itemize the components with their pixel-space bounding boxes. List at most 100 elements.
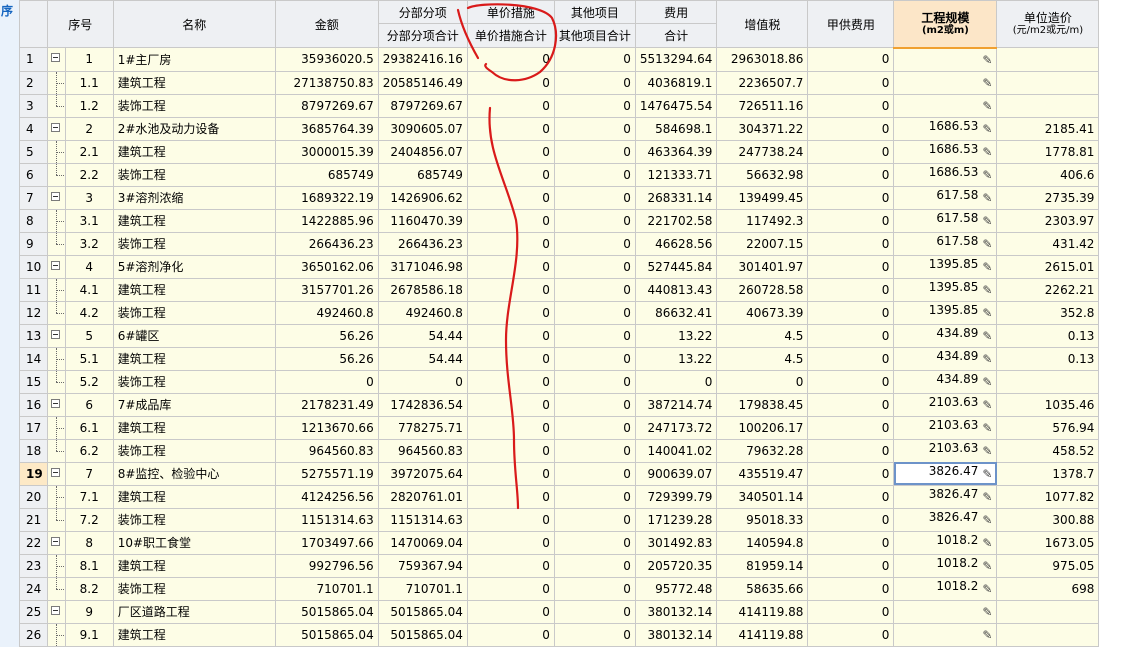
table-row[interactable]: 11 4.1 建筑工程 3157701.26 2678586.18 0 0 440813.43… <box>19 277 1100 302</box>
tree-toggle-cell[interactable] <box>46 47 66 72</box>
vat-cell[interactable]: 0 <box>716 369 809 394</box>
collapse-minus-icon[interactable] <box>50 122 60 132</box>
fenbu-cell[interactable]: 29382416.16 <box>377 47 468 72</box>
danjia-cell[interactable]: 0 <box>466 622 555 647</box>
name-header[interactable]: 名称 <box>112 0 276 48</box>
seq-cell[interactable]: 4.2 <box>64 300 114 325</box>
qita-cell[interactable]: 0 <box>553 93 636 118</box>
jiagong-cell[interactable]: 0 <box>807 323 895 348</box>
row-number[interactable]: 13 <box>19 323 48 348</box>
unit-cost-cell[interactable]: 2185.41 <box>996 116 1100 141</box>
row-number[interactable]: 17 <box>19 415 48 440</box>
scale-cell[interactable]: ✎ 617.58 <box>893 231 998 256</box>
amount-cell[interactable]: 1689322.19 <box>274 185 379 210</box>
danjia-cell[interactable]: 0 <box>466 231 555 256</box>
qita-group-header[interactable]: 其他项目 <box>553 0 636 24</box>
vat-cell[interactable]: 79632.28 <box>716 438 809 463</box>
jiagong-cell[interactable]: 0 <box>807 185 895 210</box>
fenbu-cell[interactable]: 759367.94 <box>377 553 468 578</box>
unit-cost-cell[interactable] <box>996 622 1100 647</box>
fei-cell[interactable]: 247173.72 <box>634 415 718 440</box>
jiagong-cell[interactable]: 0 <box>807 507 895 532</box>
fenbu-cell[interactable]: 492460.8 <box>377 300 468 325</box>
fenbu-cell[interactable]: 2678586.18 <box>377 277 468 302</box>
qita-cell[interactable]: 0 <box>553 300 636 325</box>
fenbu-cell[interactable]: 54.44 <box>377 346 468 371</box>
vat-header[interactable]: 增值税 <box>716 0 809 48</box>
vat-cell[interactable]: 301401.97 <box>716 254 809 279</box>
vat-cell[interactable]: 95018.33 <box>716 507 809 532</box>
danjia-cell[interactable]: 0 <box>466 300 555 325</box>
seq-cell[interactable]: 7.2 <box>64 507 114 532</box>
unit-cost-cell[interactable]: 300.88 <box>996 507 1100 532</box>
vat-cell[interactable]: 260728.58 <box>716 277 809 302</box>
unit-cost-cell[interactable] <box>996 599 1100 624</box>
fenbu-cell[interactable]: 3972075.64 <box>377 461 468 486</box>
danjia-cell[interactable]: 0 <box>466 139 555 164</box>
jiagong-cell[interactable]: 0 <box>807 208 895 233</box>
name-cell[interactable]: 装饰工程 <box>112 93 276 118</box>
seq-cell[interactable]: 6 <box>64 392 114 417</box>
jiagong-cell[interactable]: 0 <box>807 484 895 509</box>
fenbu-cell[interactable]: 2820761.01 <box>377 484 468 509</box>
name-cell[interactable]: 装饰工程 <box>112 507 276 532</box>
name-cell[interactable]: 3#溶剂浓缩 <box>112 185 276 210</box>
danjia-cell[interactable]: 0 <box>466 277 555 302</box>
amount-cell[interactable]: 56.26 <box>274 323 379 348</box>
fenbu-cell[interactable]: 3171046.98 <box>377 254 468 279</box>
fenbu-cell[interactable]: 964560.83 <box>377 438 468 463</box>
name-cell[interactable]: 建筑工程 <box>112 139 276 164</box>
danjia-cell[interactable]: 0 <box>466 392 555 417</box>
danjia-cell[interactable]: 0 <box>466 507 555 532</box>
unit-cost-cell[interactable]: 975.05 <box>996 553 1100 578</box>
amount-cell[interactable]: 3650162.06 <box>274 254 379 279</box>
fenbu-cell[interactable]: 1160470.39 <box>377 208 468 233</box>
pencil-edit-icon[interactable]: ✎ <box>982 556 992 576</box>
fei-cell[interactable]: 13.22 <box>634 323 718 348</box>
row-number[interactable]: 1 <box>19 47 48 72</box>
fenbu-cell[interactable]: 778275.71 <box>377 415 468 440</box>
fei-cell[interactable]: 463364.39 <box>634 139 718 164</box>
qita-cell[interactable]: 0 <box>553 369 636 394</box>
fei-cell[interactable]: 380132.14 <box>634 622 718 647</box>
scale-cell[interactable]: ✎ 1686.53 <box>893 162 998 187</box>
name-cell[interactable]: 建筑工程 <box>112 622 276 647</box>
danjia-cell[interactable]: 0 <box>466 254 555 279</box>
fenbu-group-header[interactable]: 分部分项 <box>377 0 468 24</box>
row-number[interactable]: 9 <box>19 231 48 256</box>
table-row[interactable]: 10 4 5#溶剂净化 3650162.06 3171046.98 0 0 527445.84… <box>19 254 1100 279</box>
scale-cell[interactable]: ✎ 1395.85 <box>893 277 998 302</box>
collapse-minus-icon[interactable] <box>50 605 60 615</box>
vat-cell[interactable]: 247738.24 <box>716 139 809 164</box>
qita-cell[interactable]: 0 <box>553 139 636 164</box>
vat-cell[interactable]: 140594.8 <box>716 530 809 555</box>
jiagong-cell[interactable]: 0 <box>807 254 895 279</box>
pencil-edit-icon[interactable]: ✎ <box>982 280 992 300</box>
jiagong-cell[interactable]: 0 <box>807 116 895 141</box>
vat-cell[interactable]: 414119.88 <box>716 622 809 647</box>
tree-toggle-cell[interactable] <box>46 599 66 624</box>
name-cell[interactable]: 装饰工程 <box>112 369 276 394</box>
qita-cell[interactable]: 0 <box>553 346 636 371</box>
scale-cell[interactable]: ✎ 1686.53 <box>893 139 998 164</box>
fei-cell[interactable]: 301492.83 <box>634 530 718 555</box>
row-number[interactable]: 4 <box>19 116 48 141</box>
table-row[interactable]: 14 5.1 建筑工程 56.26 54.44 0 0 13.22 4.5 0 ✎ 434.89 0.1… <box>19 346 1100 371</box>
seq-cell[interactable]: 1 <box>64 47 114 72</box>
collapse-minus-icon[interactable] <box>50 467 60 477</box>
unit-cost-cell[interactable]: 698 <box>996 576 1100 601</box>
amount-header[interactable]: 金额 <box>274 0 379 48</box>
qita-cell[interactable]: 0 <box>553 553 636 578</box>
vat-cell[interactable]: 100206.17 <box>716 415 809 440</box>
row-number[interactable]: 18 <box>19 438 48 463</box>
unit-cost-cell[interactable]: 458.52 <box>996 438 1100 463</box>
qita-cell[interactable]: 0 <box>553 622 636 647</box>
scale-cell[interactable]: ✎ 3826.47 <box>893 484 998 509</box>
fenbu-cell[interactable]: 266436.23 <box>377 231 468 256</box>
qita-cell[interactable]: 0 <box>553 530 636 555</box>
name-cell[interactable]: 8#监控、检验中心 <box>112 461 276 486</box>
jiagong-cell[interactable]: 0 <box>807 576 895 601</box>
amount-cell[interactable]: 4124256.56 <box>274 484 379 509</box>
amount-cell[interactable]: 8797269.67 <box>274 93 379 118</box>
fei-cell[interactable]: 584698.1 <box>634 116 718 141</box>
